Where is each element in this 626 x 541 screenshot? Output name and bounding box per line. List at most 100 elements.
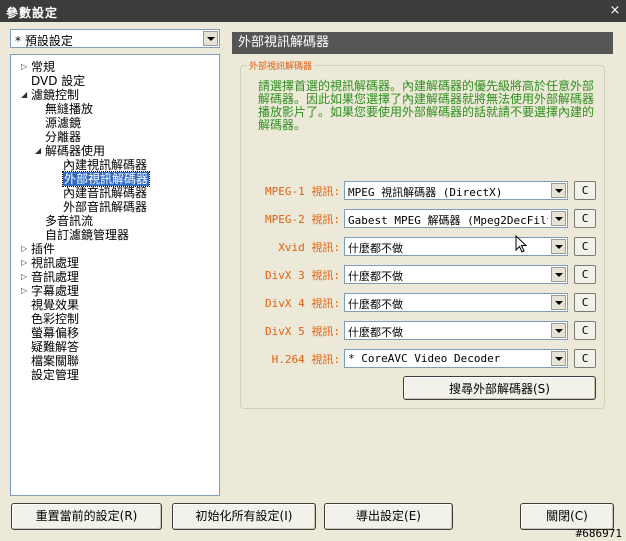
divx4-label: DivX 4 視訊: <box>265 297 340 310</box>
tree-label: 螢幕偏移 <box>31 326 80 340</box>
tree-item-color-control[interactable]: 色彩控制 <box>31 312 79 326</box>
tree-label: 視訊處理 <box>31 256 80 270</box>
select-value: 什麼都不做 <box>348 270 403 283</box>
tree-item-external-video[interactable]: 外部視訊解碼器 <box>61 171 151 187</box>
profile-dropdown[interactable]: * 預設設定 <box>10 29 220 48</box>
tree-label: 檔案關聯 <box>31 354 80 368</box>
tree-label: 常規 <box>31 60 56 74</box>
tree-label: 分離器 <box>45 130 82 144</box>
tree-label: 外部視訊解碼器 <box>61 171 151 187</box>
h264-label: H.264 視訊: <box>271 353 340 366</box>
divx5-label: DivX 5 視訊: <box>265 325 340 338</box>
tree-item-visual-effects[interactable]: 視覺效果 <box>31 298 79 312</box>
tree-label: 無縫播放 <box>45 102 94 116</box>
tree-item-dvd[interactable]: DVD 設定 <box>21 74 85 88</box>
tree-label: 內建視訊解碼器 <box>63 158 148 172</box>
tree-item-decoder-usage[interactable]: ◢ 解碼器使用 <box>35 144 105 158</box>
divx4-decoder-select[interactable]: 什麼都不做 <box>344 293 568 312</box>
xvid-decoder-select[interactable]: 什麼都不做 <box>344 237 568 256</box>
tree-item-filter-control[interactable]: ◢ 濾鏡控制 <box>21 88 79 102</box>
xvid-config-button[interactable]: C <box>574 237 596 256</box>
tree-label: 內建音訊解碼器 <box>63 186 148 200</box>
mpeg1-decoder-select[interactable]: MPEG 視訊解碼器 (DirectX) <box>344 181 568 200</box>
tree-label: 解碼器使用 <box>45 144 106 158</box>
expand-icon[interactable]: ▷ <box>21 242 31 256</box>
tree-item-plugins[interactable]: ▷ 插件 <box>21 242 55 256</box>
close-icon[interactable]: × <box>608 4 622 18</box>
tree-item-internal-video[interactable]: 內建視訊解碼器 <box>63 158 147 172</box>
settings-tree[interactable]: ▷ 常規 DVD 設定 ◢ 濾鏡控制 無縫播放 源濾鏡 分離器 ◢ 解碼器使用 內建視… <box>10 54 220 496</box>
chevron-down-icon[interactable] <box>551 183 566 198</box>
window-title: 參數設定 <box>6 6 59 20</box>
tree-item-troubleshoot[interactable]: 疑難解答 <box>31 340 79 354</box>
divx3-label: DivX 3 視訊: <box>265 269 340 282</box>
tree-label: 音訊處理 <box>31 270 80 284</box>
title-bar: 參數設定 × <box>0 0 626 22</box>
chevron-down-icon[interactable] <box>551 323 566 338</box>
expand-icon[interactable]: ▷ <box>21 60 31 74</box>
select-value: Gabest MPEG 解碼器 (Mpeg2DecFilter) <box>348 214 548 227</box>
tree-item-settings-management[interactable]: 設定管理 <box>31 368 79 382</box>
tree-label: DVD 設定 <box>31 74 86 88</box>
tree-item-file-association[interactable]: 檔案關聯 <box>31 354 79 368</box>
chevron-down-icon[interactable] <box>551 295 566 310</box>
tree-item-external-audio[interactable]: 外部音訊解碼器 <box>63 200 147 214</box>
profile-value: * 預設設定 <box>15 34 73 48</box>
h264-config-button[interactable]: C <box>574 349 596 368</box>
select-value: MPEG 視訊解碼器 (DirectX) <box>348 186 503 199</box>
tree-item-audio-processing[interactable]: ▷ 音訊處理 <box>21 270 79 284</box>
chevron-down-icon[interactable] <box>203 31 218 46</box>
tree-label: 插件 <box>31 242 56 256</box>
tree-item-screen-offset[interactable]: 螢幕偏移 <box>31 326 79 340</box>
tree-item-custom-filter[interactable]: 自訂濾鏡管理器 <box>45 228 129 242</box>
expand-icon[interactable]: ▷ <box>21 284 31 298</box>
description-text: 請選擇首選的視訊解碼器。內建解碼器的優先級將高於任意外部解碼器。因此如果您選擇了… <box>258 79 595 132</box>
tree-item-video-processing[interactable]: ▷ 視訊處理 <box>21 256 79 270</box>
watermark: #686971 <box>575 527 622 540</box>
tree-item-subtitle[interactable]: ▷ 字幕處理 <box>21 284 79 298</box>
mouse-cursor-icon <box>515 235 528 253</box>
mpeg2-label: MPEG-2 視訊: <box>265 213 340 226</box>
divx4-config-button[interactable]: C <box>574 293 596 312</box>
chevron-down-icon[interactable] <box>551 351 566 366</box>
collapse-icon[interactable]: ◢ <box>35 144 45 158</box>
tree-label: 視覺效果 <box>31 298 80 312</box>
h264-decoder-select[interactable]: * CoreAVC Video Decoder <box>344 349 568 368</box>
tree-item-general[interactable]: ▷ 常規 <box>21 60 55 74</box>
tree-label: 字幕處理 <box>31 284 80 298</box>
close-button[interactable]: 關閉(C) <box>520 503 614 530</box>
expand-icon[interactable]: ▷ <box>21 270 31 284</box>
xvid-label: Xvid 視訊: <box>278 241 340 254</box>
panel-title: 外部視訊解碼器 <box>232 32 613 54</box>
expand-icon[interactable]: ▷ <box>21 256 31 270</box>
tree-label: 源濾鏡 <box>45 116 82 130</box>
mpeg2-config-button[interactable]: C <box>574 209 596 228</box>
divx5-decoder-select[interactable]: 什麼都不做 <box>344 321 568 340</box>
tree-label: 多音訊流 <box>45 214 94 228</box>
export-button[interactable]: 導出設定(E) <box>324 503 453 530</box>
tree-item-internal-audio[interactable]: 內建音訊解碼器 <box>63 186 147 200</box>
tree-label: 自訂濾鏡管理器 <box>45 228 130 242</box>
mpeg2-decoder-select[interactable]: Gabest MPEG 解碼器 (Mpeg2DecFilter) <box>344 209 568 228</box>
select-value: 什麼都不做 <box>348 298 403 311</box>
tree-item-splitter[interactable]: 分離器 <box>45 130 81 144</box>
group-title: 外部視訊解碼器 <box>247 59 315 72</box>
mpeg1-config-button[interactable]: C <box>574 181 596 200</box>
reset-button[interactable]: 重置當前的設定(R) <box>11 503 162 530</box>
tree-label: 外部音訊解碼器 <box>63 200 148 214</box>
collapse-icon[interactable]: ◢ <box>21 88 31 102</box>
divx3-decoder-select[interactable]: 什麼都不做 <box>344 265 568 284</box>
tree-item-source-filter[interactable]: 源濾鏡 <box>45 116 81 130</box>
tree-item-multi-audio[interactable]: 多音訊流 <box>45 214 93 228</box>
tree-label: 色彩控制 <box>31 312 80 326</box>
tree-item-seamless[interactable]: 無縫播放 <box>45 102 93 116</box>
mpeg1-label: MPEG-1 視訊: <box>265 185 340 198</box>
search-decoders-button[interactable]: 搜尋外部解碼器(S) <box>403 376 596 400</box>
chevron-down-icon[interactable] <box>551 211 566 226</box>
divx3-config-button[interactable]: C <box>574 265 596 284</box>
chevron-down-icon[interactable] <box>551 239 566 254</box>
chevron-down-icon[interactable] <box>551 267 566 282</box>
divx5-config-button[interactable]: C <box>574 321 596 340</box>
init-all-button[interactable]: 初始化所有設定(I) <box>172 503 316 530</box>
tree-label: 疑難解答 <box>31 340 80 354</box>
